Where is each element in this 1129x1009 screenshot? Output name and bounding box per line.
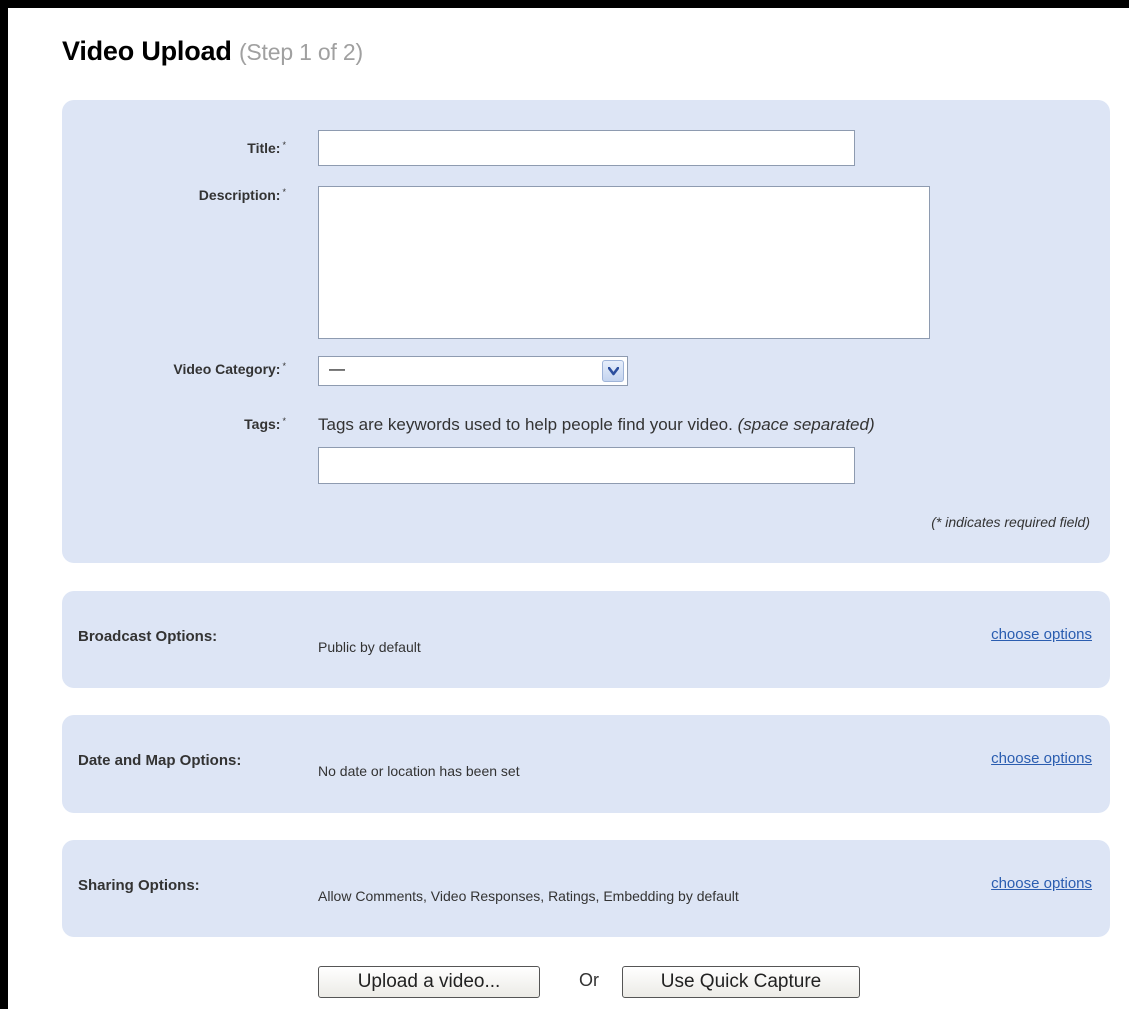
tags-input[interactable] bbox=[318, 447, 855, 484]
date-map-options-label: Date and Map Options: bbox=[78, 752, 242, 769]
required-marker: * bbox=[282, 416, 286, 426]
title-input[interactable] bbox=[318, 130, 855, 166]
sharing-options-value: Allow Comments, Video Responses, Ratings… bbox=[318, 888, 739, 904]
or-separator: Or bbox=[579, 970, 599, 990]
category-select[interactable]: — bbox=[318, 356, 628, 386]
quick-capture-button[interactable]: Use Quick Capture bbox=[622, 966, 860, 998]
description-textarea[interactable] bbox=[318, 186, 930, 339]
page-title: Video Upload (Step 1 of 2) bbox=[62, 36, 363, 67]
date-map-options-panel: Date and Map Options: No date or locatio… bbox=[62, 715, 1110, 813]
broadcast-options-label: Broadcast Options: bbox=[78, 628, 218, 645]
category-selected-value: — bbox=[329, 361, 345, 378]
chevron-down-icon[interactable] bbox=[602, 360, 624, 382]
page-title-text: Video Upload bbox=[62, 36, 232, 66]
broadcast-options-panel: Broadcast Options: Public by default cho… bbox=[62, 591, 1110, 688]
broadcast-options-value: Public by default bbox=[318, 639, 421, 655]
window-border-left bbox=[0, 0, 8, 1009]
date-map-options-value: No date or location has been set bbox=[318, 763, 520, 779]
broadcast-choose-options-link[interactable]: choose options bbox=[991, 626, 1092, 643]
upload-video-button[interactable]: Upload a video... bbox=[318, 966, 540, 998]
description-label: Description: * bbox=[66, 187, 286, 203]
tags-label-text: Tags: bbox=[244, 416, 281, 432]
sharing-options-label: Sharing Options: bbox=[78, 877, 200, 894]
title-label-text: Title: bbox=[247, 140, 281, 156]
tags-help-text: Tags are keywords used to help people fi… bbox=[318, 415, 875, 435]
sharing-options-panel: Sharing Options: Allow Comments, Video R… bbox=[62, 840, 1110, 937]
tags-help-note: (space separated) bbox=[737, 415, 875, 434]
title-label: Title: * bbox=[66, 140, 286, 156]
sharing-choose-options-link[interactable]: choose options bbox=[991, 875, 1092, 892]
tags-help-main: Tags are keywords used to help people fi… bbox=[318, 415, 733, 434]
description-label-text: Description: bbox=[198, 187, 281, 203]
video-details-panel: Title: * Description: * Video Category: * —… bbox=[62, 100, 1110, 563]
step-indicator: (Step 1 of 2) bbox=[238, 39, 363, 65]
window-border-top bbox=[0, 0, 1129, 8]
date-map-choose-options-link[interactable]: choose options bbox=[991, 750, 1092, 767]
required-marker: * bbox=[282, 140, 286, 150]
required-marker: * bbox=[282, 361, 286, 371]
required-field-note: (* indicates required field) bbox=[931, 514, 1090, 530]
category-label-text: Video Category: bbox=[173, 361, 281, 377]
tags-label: Tags: * bbox=[66, 416, 286, 432]
category-label: Video Category: * bbox=[66, 361, 286, 377]
required-marker: * bbox=[282, 187, 286, 197]
